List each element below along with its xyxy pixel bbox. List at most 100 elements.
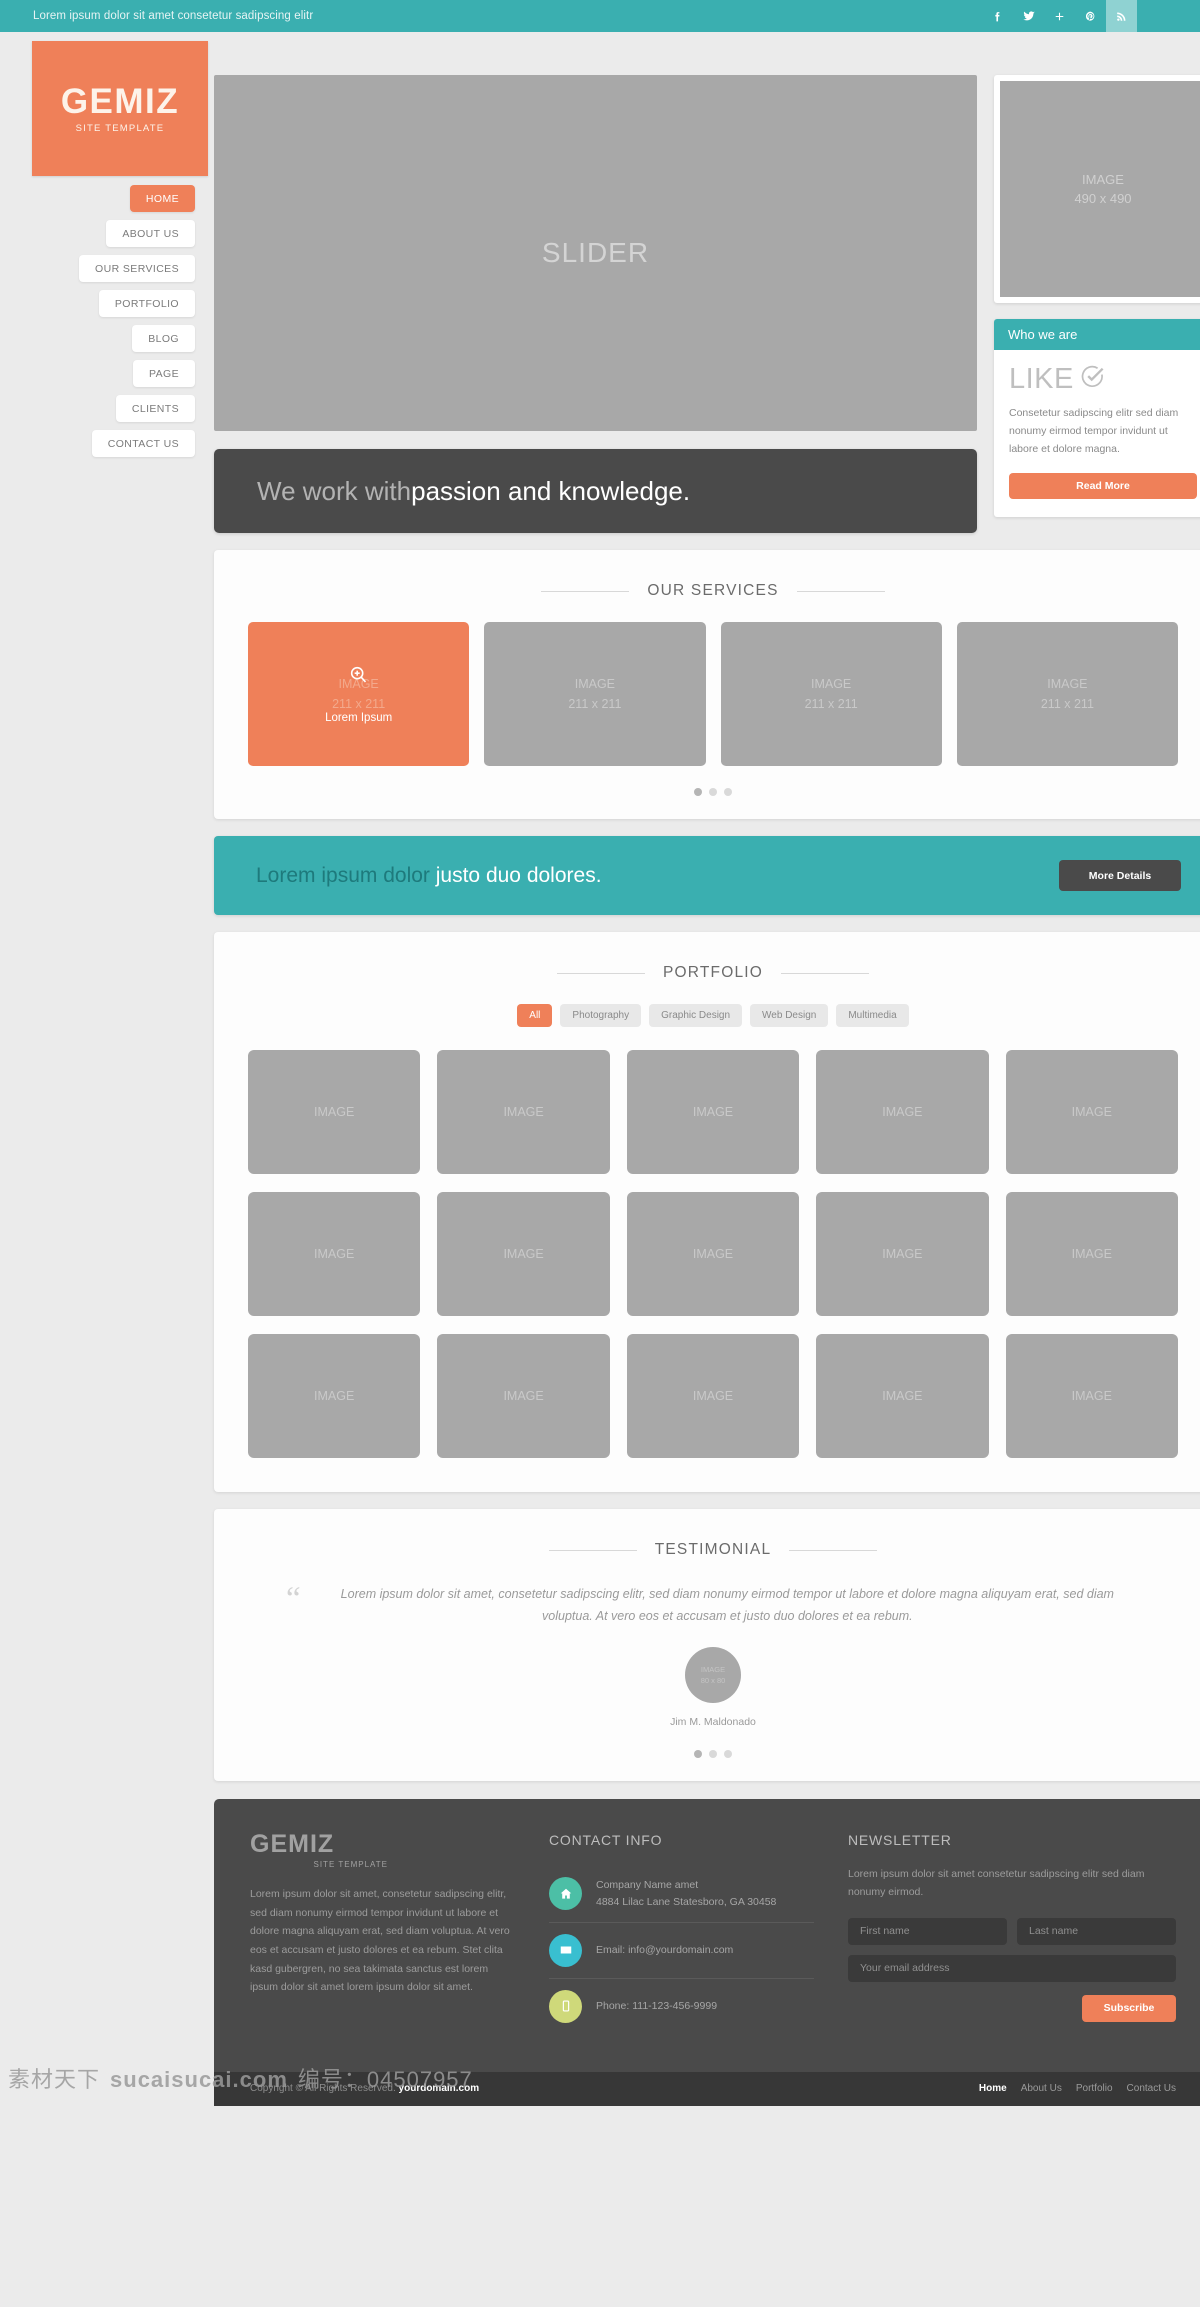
newsletter-email-row xyxy=(848,1954,1176,1982)
portfolio-item[interactable]: IMAGE xyxy=(626,1050,800,1174)
filter-photography[interactable]: Photography xyxy=(560,1004,642,1027)
like-label: LIKE xyxy=(1009,362,1074,395)
footer-about-column: GEMIZ SITE TEMPLATE Lorem ipsum dolor si… xyxy=(250,1832,515,2034)
hero-slider[interactable]: SLIDER xyxy=(214,75,977,431)
carousel-dot[interactable] xyxy=(694,788,702,796)
service-card[interactable]: IMAGE 211 x 211 xyxy=(248,622,470,766)
portfolio-item-label: IMAGE xyxy=(692,1247,734,1261)
rss-icon[interactable] xyxy=(1106,0,1137,32)
facebook-icon[interactable] xyxy=(982,0,1013,32)
google-plus-icon[interactable] xyxy=(1044,0,1075,32)
newsletter-heading: NEWSLETTER xyxy=(848,1832,952,1848)
copyright-prefix: Copyright © All Rights Reserved. xyxy=(250,2083,399,2095)
last-name-input[interactable] xyxy=(1017,1917,1176,1945)
portfolio-item[interactable]: IMAGE xyxy=(248,1050,421,1174)
portfolio-item[interactable]: IMAGE xyxy=(437,1050,610,1174)
portfolio-item[interactable]: IMAGE xyxy=(1005,1050,1178,1174)
home-icon xyxy=(549,1877,582,1911)
footer-link-contact-us[interactable]: Contact Us xyxy=(1127,2083,1176,2094)
portfolio-item-label: IMAGE xyxy=(314,1389,355,1403)
newsletter-text: Lorem ipsum dolor sit amet consetetur sa… xyxy=(848,1868,1145,1898)
portfolio-grid: IMAGE IMAGE IMAGE IMAGE IMAGE IMAGE IMAG… xyxy=(214,1027,1200,1492)
carousel-dot[interactable] xyxy=(709,1750,717,1758)
portfolio-item[interactable]: IMAGE xyxy=(626,1334,800,1458)
footer-link-portfolio[interactable]: Portfolio xyxy=(1076,2083,1113,2094)
email-input[interactable] xyxy=(848,1954,1176,1982)
site-logo[interactable]: GEMIZ SITE TEMPLATE xyxy=(32,41,208,176)
portfolio-item[interactable]: IMAGE xyxy=(437,1192,610,1316)
carousel-dot[interactable] xyxy=(724,788,732,796)
carousel-dot[interactable] xyxy=(724,1750,732,1758)
who-we-are-heading: Who we are xyxy=(994,319,1200,350)
first-name-input[interactable] xyxy=(848,1917,1007,1945)
logo-subtitle: SITE TEMPLATE xyxy=(75,122,165,134)
footer-logo-title: GEMIZ xyxy=(250,1830,335,1858)
hero-section: SLIDER We work with passion and knowledg… xyxy=(214,75,1200,533)
hero-image-panel[interactable]: IMAGE 490 x 490 xyxy=(994,75,1200,303)
subscribe-button[interactable]: Subscribe xyxy=(1082,1994,1176,2022)
filter-all[interactable]: All xyxy=(517,1004,553,1027)
page-body: GEMIZ SITE TEMPLATE HOME ABOUT US OUR SE… xyxy=(0,32,1200,2106)
portfolio-item[interactable]: IMAGE xyxy=(437,1334,610,1458)
who-we-are-like-row: LIKE xyxy=(1009,364,1197,394)
footer-bottom-links: Home About Us Portfolio Contact Us xyxy=(979,2083,1176,2094)
footer-newsletter-column: NEWSLETTER Lorem ipsum dolor sit amet co… xyxy=(848,1832,1176,2034)
contact-email[interactable]: Email: info@yourdomain.com xyxy=(596,1942,733,1959)
more-details-button[interactable]: More Details xyxy=(1059,860,1181,891)
service-card[interactable]: IMAGE 211 x 211 xyxy=(484,622,706,766)
contact-phone: Phone: 111-123-456-9999 xyxy=(596,1999,718,2012)
newsletter-name-row xyxy=(848,1917,1176,1945)
filter-web-design[interactable]: Web Design xyxy=(750,1004,829,1027)
testimonial-body: “ Lorem ipsum dolor sit amet, consetetur… xyxy=(214,1559,1200,1627)
who-we-are-body: LIKE Consetetur sadipscing elitr sed dia… xyxy=(994,350,1200,517)
nav-item-page[interactable]: PAGE xyxy=(133,360,195,387)
read-more-button[interactable]: Read More xyxy=(1009,473,1197,500)
nav-item-clients[interactable]: CLIENTS xyxy=(115,395,195,422)
portfolio-item[interactable]: IMAGE xyxy=(816,1192,989,1316)
zoom-in-icon xyxy=(348,664,369,690)
portfolio-item[interactable]: IMAGE xyxy=(248,1192,421,1316)
portfolio-title: PORTFOLIO xyxy=(662,964,764,981)
filter-graphic-design[interactable]: Graphic Design xyxy=(649,1004,743,1027)
tagline-light-text: We work with xyxy=(257,475,412,506)
services-title: OUR SERVICES xyxy=(647,582,779,599)
site-footer: GEMIZ SITE TEMPLATE Lorem ipsum dolor si… xyxy=(214,1799,1200,2072)
nav-item-about-us[interactable]: ABOUT US xyxy=(106,220,195,247)
filter-multimedia[interactable]: Multimedia xyxy=(836,1004,909,1027)
portfolio-section: PORTFOLIO All Photography Graphic Design… xyxy=(214,932,1200,1492)
footer-contact-column: CONTACT INFO Company Name amet 4884 Lila… xyxy=(549,1832,814,2034)
carousel-dot[interactable] xyxy=(709,788,717,796)
footer-link-about-us[interactable]: About Us xyxy=(1021,2083,1062,2094)
portfolio-item[interactable]: IMAGE xyxy=(1005,1192,1178,1316)
nav-item-portfolio[interactable]: PORTFOLIO xyxy=(98,290,195,317)
pinterest-icon[interactable] xyxy=(1075,0,1106,32)
nav-item-blog[interactable]: BLOG xyxy=(132,325,195,352)
twitter-icon[interactable] xyxy=(1013,0,1044,32)
social-links xyxy=(982,0,1137,32)
portfolio-item[interactable]: IMAGE xyxy=(816,1334,989,1458)
service-card[interactable]: IMAGE 211 x 211 xyxy=(956,622,1178,766)
portfolio-item[interactable]: IMAGE xyxy=(626,1192,800,1316)
footer-link-home[interactable]: Home xyxy=(979,2083,1007,2094)
nav-item-contact-us[interactable]: CONTACT US xyxy=(91,430,195,457)
cta-text: Lorem ipsum dolor justo duo dolores. xyxy=(256,864,602,888)
mail-icon xyxy=(549,1933,582,1967)
quote-icon: “ xyxy=(286,1581,301,1617)
portfolio-item[interactable]: IMAGE xyxy=(816,1050,989,1174)
nav-item-our-services[interactable]: OUR SERVICES xyxy=(79,255,195,282)
nav-item-home[interactable]: HOME xyxy=(129,185,195,212)
portfolio-item[interactable]: IMAGE xyxy=(248,1334,421,1458)
cta-text-dark: Lorem ipsum dolor xyxy=(256,863,436,887)
nav-label: CLIENTS xyxy=(131,402,179,415)
cta-banner: Lorem ipsum dolor justo duo dolores. Mor… xyxy=(214,836,1200,915)
carousel-dot[interactable] xyxy=(694,1750,702,1758)
service-card[interactable]: IMAGE 211 x 211 xyxy=(720,622,942,766)
nav-label: OUR SERVICES xyxy=(95,262,179,275)
portfolio-item-label: IMAGE xyxy=(882,1105,923,1119)
testimonial-title: TESTIMONIAL xyxy=(654,1541,772,1558)
service-placeholder-line2: 211 x 211 xyxy=(1040,697,1094,711)
check-circle-icon xyxy=(1080,364,1105,394)
portfolio-item[interactable]: IMAGE xyxy=(1005,1334,1178,1458)
services-list: IMAGE 211 x 211 Lorem Ipsum IMAGE 211 x … xyxy=(214,600,1200,766)
nav-label: PORTFOLIO xyxy=(114,297,179,310)
